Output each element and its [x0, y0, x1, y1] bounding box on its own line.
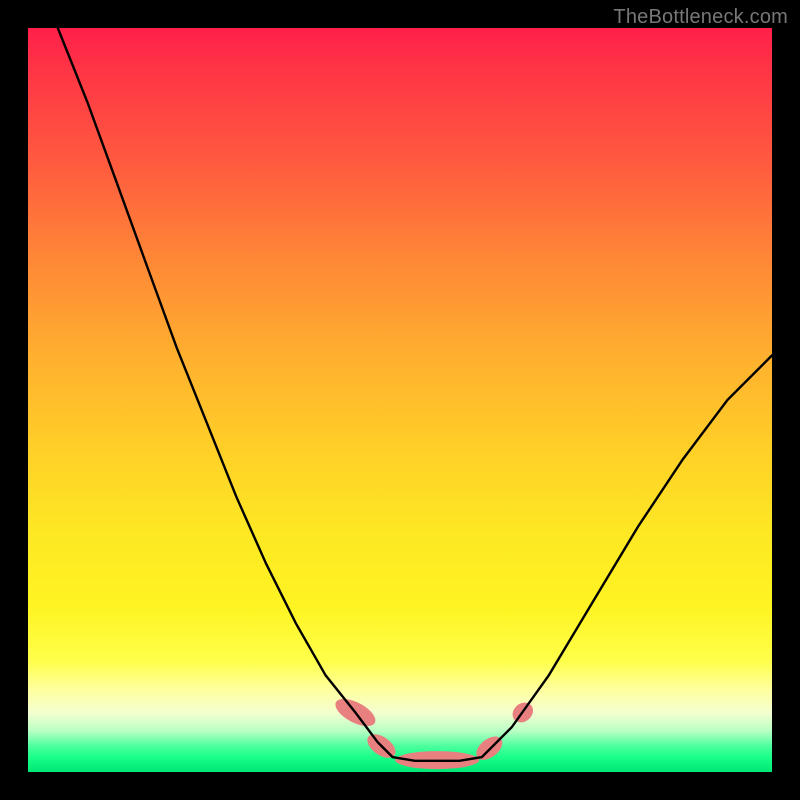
chart-svg	[28, 28, 772, 772]
bottleneck-curve	[58, 28, 772, 761]
watermark-text: TheBottleneck.com	[613, 6, 788, 29]
chart-plot-area	[28, 28, 772, 772]
chart-frame: TheBottleneck.com	[0, 0, 800, 800]
